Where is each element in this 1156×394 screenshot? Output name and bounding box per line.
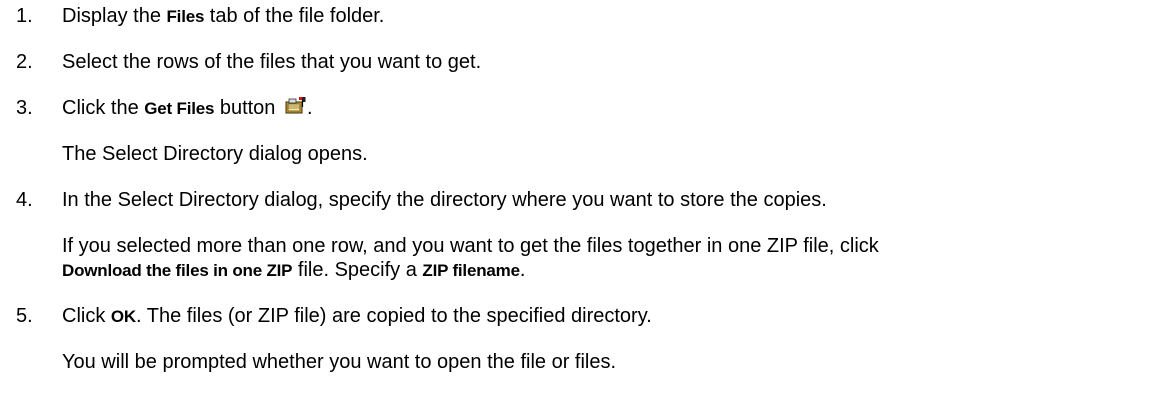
step-2-number: 2. xyxy=(16,51,33,73)
step-5-post: . The files (or ZIP file) are copied to … xyxy=(136,305,652,327)
download-zip-option-label: Download the files in one ZIP xyxy=(62,261,293,280)
step-4-note-mid: file. Specify a xyxy=(292,259,423,281)
step-3-number: 3. xyxy=(16,97,33,119)
zip-filename-label: ZIP filename xyxy=(422,261,520,280)
step-3-text: Click the Get Files button . xyxy=(62,96,313,121)
step-3-post: button xyxy=(214,97,281,119)
step-2-text: Select the rows of the files that you wa… xyxy=(62,51,482,73)
step-4-number: 4. xyxy=(16,189,33,211)
step-3-end: . xyxy=(306,97,313,119)
get-files-icon xyxy=(285,96,307,116)
step-3-note: The Select Directory dialog opens. xyxy=(62,143,368,165)
step-4-note-end: . xyxy=(519,259,526,281)
step-1-number: 1. xyxy=(16,5,33,27)
step-5-note: You will be prompted whether you want to… xyxy=(62,351,617,373)
step-1-pre: Display the xyxy=(62,5,167,27)
step-1-post: tab of the file folder. xyxy=(204,5,385,27)
step-3-pre: Click the xyxy=(62,97,145,119)
step-4-text: In the Select Directory dialog, specify … xyxy=(62,189,827,211)
ok-button-label: OK xyxy=(110,307,136,326)
step-5-pre: Click xyxy=(62,305,111,327)
get-files-label: Get Files xyxy=(144,99,215,118)
files-tab-label: Files xyxy=(166,7,205,26)
step-1-text: Display the Files tab of the file folder… xyxy=(62,4,384,29)
step-4-note-line-1: If you selected more than one row, and y… xyxy=(62,235,879,257)
step-5-number: 5. xyxy=(16,305,33,327)
step-5-text: Click OK. The files (or ZIP file) are co… xyxy=(62,304,652,329)
step-4-note-line-2: Download the files in one ZIP file. Spec… xyxy=(62,258,525,283)
